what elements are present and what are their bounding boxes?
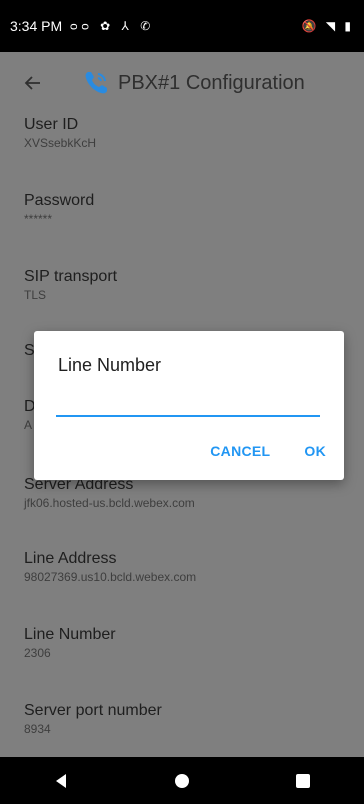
dialog-actions: CANCEL OK	[210, 443, 326, 459]
navigation-bar	[0, 757, 364, 804]
status-bar: 3:34 PM ᴑᴑ ✿ ⅄ ✆ 🔕 ◥ ▮	[0, 0, 364, 52]
setting-label: User ID	[24, 116, 79, 133]
setting-line-number[interactable]: Line Number 2306	[24, 626, 344, 660]
nav-home-icon	[174, 773, 189, 788]
setting-value: 98027369.us10.bcld.webex.com	[24, 570, 197, 584]
setting-value: TLS	[24, 288, 47, 302]
battery-icon: ▮	[344, 19, 354, 33]
cancel-button[interactable]: CANCEL	[210, 443, 270, 459]
wifi-icon: ◥	[325, 19, 339, 33]
notification-icons: ᴑᴑ ✿ ⅄ ✆	[70, 19, 154, 33]
phone-icon	[85, 72, 107, 94]
setting-user-id[interactable]: User ID XVSsebkKcH	[24, 116, 344, 150]
setting-value: 2306	[24, 646, 51, 660]
setting-label: Server port number	[24, 702, 162, 719]
dialog-title: Line Number	[58, 355, 162, 375]
status-time: 3:34 PM	[10, 18, 63, 34]
system-icons: 🔕 ◥ ▮	[302, 19, 354, 33]
setting-value: XVSsebkKcH	[24, 136, 97, 150]
line-number-dialog: Line Number CANCEL OK	[34, 331, 344, 480]
network-icon: ⅄	[121, 19, 133, 33]
app-bar: PBX#1 Configuration	[0, 52, 364, 114]
setting-server-port[interactable]: Server port number 8934	[24, 702, 344, 736]
nav-back-button[interactable]	[41, 761, 81, 801]
nav-back-icon	[55, 773, 66, 788]
back-button[interactable]	[18, 68, 48, 98]
setting-value: 8934	[24, 722, 51, 736]
setting-label: Password	[24, 192, 95, 209]
line-number-input[interactable]	[56, 393, 320, 417]
setting-value: ******	[24, 212, 53, 226]
mute-icon: 🔕	[301, 19, 320, 33]
nav-recents-button[interactable]	[283, 761, 323, 801]
setting-password[interactable]: Password ******	[24, 192, 344, 226]
setting-label: Line Address	[24, 550, 117, 567]
setting-sip-transport[interactable]: SIP transport TLS	[24, 268, 344, 302]
ok-button[interactable]: OK	[304, 443, 326, 459]
page-title: PBX#1 Configuration	[118, 71, 305, 94]
setting-server-address[interactable]: Server Address jfk06.hosted-us.bcld.webe…	[24, 476, 344, 510]
app-notification-icon: ✿	[100, 19, 115, 33]
call-icon: ✆	[140, 19, 155, 33]
setting-line-address[interactable]: Line Address 98027369.us10.bcld.webex.co…	[24, 550, 344, 584]
nav-home-button[interactable]	[162, 761, 202, 801]
setting-label: SIP transport	[24, 268, 118, 285]
setting-value: jfk06.hosted-us.bcld.webex.com	[24, 496, 195, 510]
back-arrow-icon	[24, 76, 40, 90]
nav-recents-icon	[296, 773, 311, 788]
voicemail-icon: ᴑᴑ	[70, 19, 93, 33]
setting-label: Line Number	[24, 626, 116, 643]
